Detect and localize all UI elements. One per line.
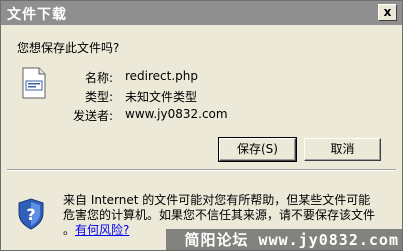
title-bar[interactable]: 文件下载 x <box>1 1 402 25</box>
cancel-button[interactable]: 取消 <box>304 138 381 161</box>
separator <box>7 169 396 171</box>
svg-text:?: ? <box>26 205 35 224</box>
what-is-risk-link[interactable]: 有何风险? <box>75 223 129 237</box>
file-download-dialog: 文件下载 x 您想保存此文件吗? 名称: redirect.php 类型: 未知… <box>0 0 403 251</box>
close-button[interactable]: x <box>378 4 397 21</box>
window-title: 文件下载 <box>7 7 67 23</box>
type-value: 未知文件类型 <box>125 90 198 104</box>
name-value: redirect.php <box>125 69 199 83</box>
name-label: 名称: <box>84 71 113 85</box>
sender-value: www.jy0832.com <box>125 107 228 121</box>
save-button[interactable]: 保存(S) <box>218 137 297 162</box>
watermark: 简阳论坛 www.jy0832.com <box>166 229 403 251</box>
unknown-file-icon <box>22 67 46 99</box>
save-question: 您想保存此文件吗? <box>17 41 120 55</box>
security-shield-icon: ? <box>18 198 44 230</box>
warning-line-1: 来自 Internet 的文件可能对您有所帮助，但某些文件可能 <box>63 193 371 207</box>
warning-line-2: 危害您的计算机。如果您不信任其来源，请不要保存该文件 <box>63 208 376 222</box>
type-label: 类型: <box>84 90 113 104</box>
sender-label: 发送者: <box>72 109 113 123</box>
warning-prefix: 。 <box>63 223 76 237</box>
